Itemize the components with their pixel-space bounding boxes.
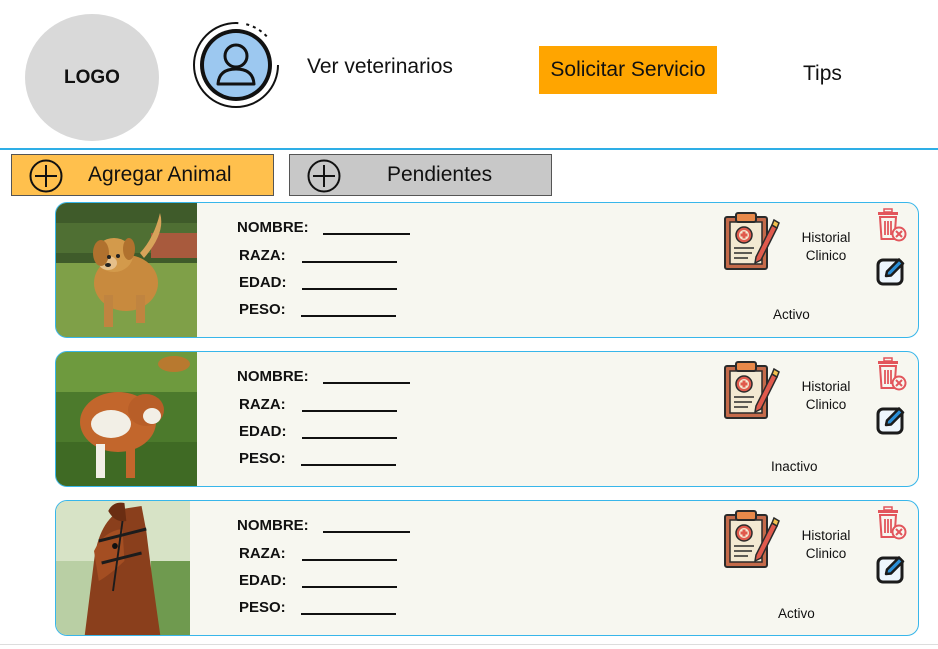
pendientes-label: Pendientes [387, 163, 493, 186]
nombre-label: NOMBRE: [237, 219, 309, 236]
clipboard-icon[interactable] [722, 509, 780, 569]
clipboard-icon[interactable] [722, 360, 780, 420]
clipboard-icon[interactable] [722, 211, 780, 271]
raza-underline[interactable] [302, 410, 397, 412]
edit-icon[interactable] [875, 553, 907, 585]
nombre-label: NOMBRE: [237, 517, 309, 534]
historial-clinico-link[interactable]: Historial Clinico [794, 527, 858, 563]
raza-label: RAZA: [239, 247, 286, 264]
header-divider [0, 148, 938, 150]
peso-label: PESO: [239, 301, 286, 318]
peso-label: PESO: [239, 450, 286, 467]
plus-circle-icon [307, 159, 341, 193]
nombre-underline[interactable] [323, 382, 410, 384]
nav-solicitar-servicio[interactable]: Solicitar Servicio [539, 46, 717, 94]
edad-label: EDAD: [239, 572, 287, 589]
edad-label: EDAD: [239, 423, 287, 440]
bottom-divider [0, 644, 938, 645]
peso-label: PESO: [239, 599, 286, 616]
horse-photo [56, 501, 190, 635]
nombre-label: NOMBRE: [237, 368, 309, 385]
nombre-underline[interactable] [323, 531, 410, 533]
peso-underline[interactable] [301, 613, 396, 615]
raza-label: RAZA: [239, 396, 286, 413]
edad-underline[interactable] [302, 586, 397, 588]
user-avatar-icon[interactable] [191, 20, 281, 110]
nav-tips[interactable]: Tips [803, 62, 842, 86]
pendientes-button[interactable]: Pendientes [289, 154, 552, 196]
status-label: Inactivo [771, 459, 818, 474]
status-label: Activo [778, 606, 815, 621]
trash-icon[interactable] [873, 207, 909, 243]
status-label: Activo [773, 307, 810, 322]
peso-underline[interactable] [301, 315, 396, 317]
edad-underline[interactable] [302, 437, 397, 439]
historial-clinico-link[interactable]: Historial Clinico [794, 229, 858, 265]
agregar-animal-label: Agregar Animal [88, 163, 232, 186]
nombre-underline[interactable] [323, 233, 410, 235]
raza-underline[interactable] [302, 261, 397, 263]
agregar-animal-button[interactable]: Agregar Animal [11, 154, 274, 196]
nav-ver-veterinarios[interactable]: Ver veterinarios [307, 55, 453, 79]
edad-underline[interactable] [302, 288, 397, 290]
raza-label: RAZA: [239, 545, 286, 562]
animal-card: NOMBRE: RAZA: EDAD: PESO: Historial Clin… [55, 351, 919, 487]
edad-label: EDAD: [239, 274, 287, 291]
historial-clinico-link[interactable]: Historial Clinico [794, 378, 858, 414]
dog-photo [56, 203, 197, 337]
animal-card: NOMBRE: RAZA: EDAD: PESO: Historial Clin… [55, 500, 919, 636]
animal-card: NOMBRE: RAZA: EDAD: PESO: Historial Clin… [55, 202, 919, 338]
trash-icon[interactable] [873, 356, 909, 392]
edit-icon[interactable] [875, 255, 907, 287]
raza-underline[interactable] [302, 559, 397, 561]
plus-circle-icon [29, 159, 63, 193]
edit-icon[interactable] [875, 404, 907, 436]
trash-icon[interactable] [873, 505, 909, 541]
cow-photo [56, 352, 197, 486]
logo[interactable]: LOGO [25, 14, 159, 141]
peso-underline[interactable] [301, 464, 396, 466]
